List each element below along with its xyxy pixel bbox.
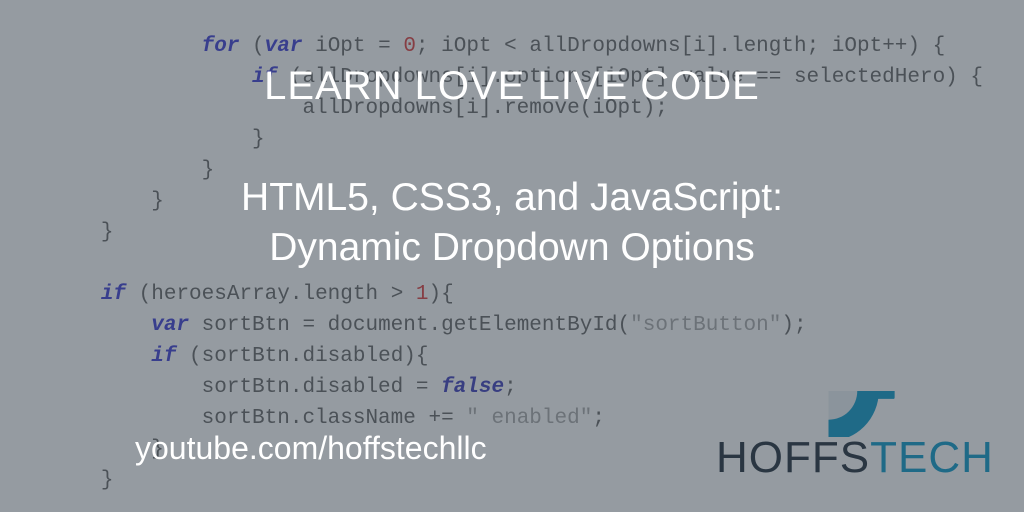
hoffstech-logo: HOFFSTECH [716,330,996,480]
brand-part-1: HOFFS [716,433,870,482]
title-line-1: HTML5, CSS3, and JavaScript: [0,173,1024,223]
tagline: LEARN LOVE LIVE CODE [0,64,1024,109]
title-line-2: Dynamic Dropdown Options [0,223,1024,273]
title-block: HTML5, CSS3, and JavaScript: Dynamic Dro… [0,173,1024,273]
youtube-url: youtube.com/hoffstechllc [135,430,487,467]
gear-icon [756,322,901,437]
brand-wordmark: HOFFSTECH [716,436,994,480]
brand-part-2: TECH [870,433,994,482]
